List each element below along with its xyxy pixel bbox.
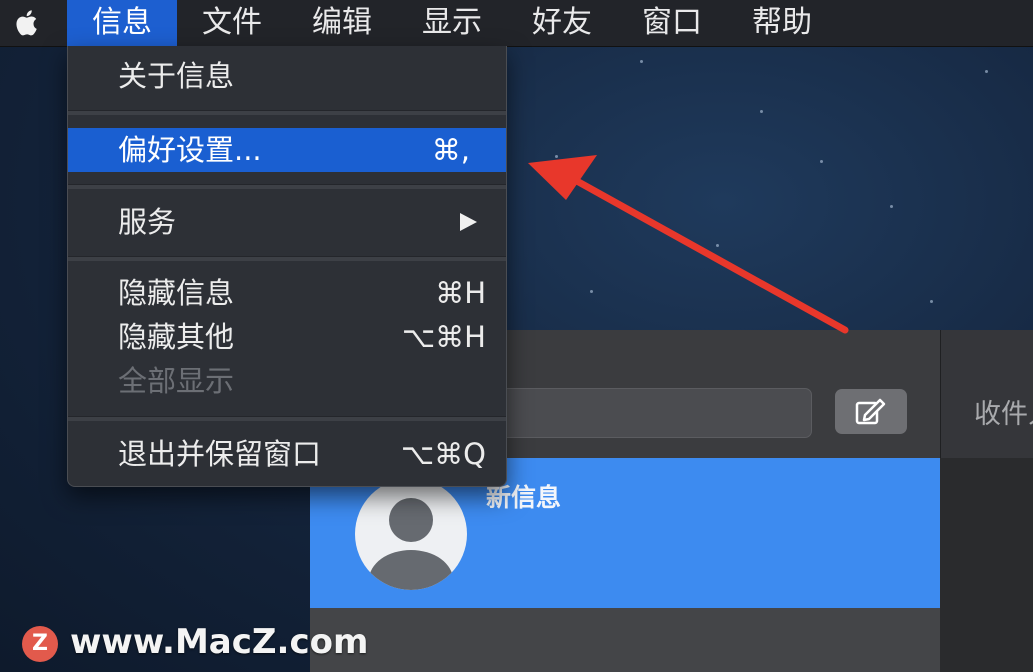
background-star	[640, 60, 643, 63]
background-star	[820, 160, 823, 163]
transcript-pane: 收件人	[940, 330, 1033, 672]
menubar-item-buddies[interactable]: 好友	[507, 0, 617, 46]
menubar-item-edit[interactable]: 编辑	[287, 0, 397, 46]
watermark-text: www.MacZ.com	[70, 622, 369, 662]
background-star	[590, 290, 593, 293]
menu-separator	[68, 184, 506, 189]
avatar	[355, 478, 467, 590]
conversation-list-empty	[310, 608, 940, 672]
menubar-item-file[interactable]: 文件	[177, 0, 287, 46]
menu-item-label: 关于信息	[118, 59, 235, 93]
menu-item-hide-others[interactable]: 隐藏其他 ⌥⌘H	[68, 315, 506, 359]
menu-item-label: 全部显示	[118, 364, 235, 398]
menu-item-shortcut: ⌥⌘Q	[400, 437, 486, 471]
menubar-item-window[interactable]: 窗口	[617, 0, 727, 46]
background-star	[760, 110, 763, 113]
menu-item-label: 退出并保留窗口	[118, 437, 322, 471]
triangle-right-icon	[460, 213, 477, 231]
menu-item-about[interactable]: 关于信息	[68, 54, 506, 98]
compose-icon	[855, 398, 886, 425]
background-star	[716, 244, 719, 247]
menu-bar: 信息 文件 编辑 显示 好友 窗口 帮助	[0, 0, 1033, 47]
menu-item-services[interactable]: 服务	[68, 200, 506, 244]
menu-separator	[68, 256, 506, 261]
background-star	[985, 70, 988, 73]
menu-item-shortcut: ⌥⌘H	[401, 320, 486, 354]
background-star	[930, 300, 933, 303]
menu-item-preferences[interactable]: 偏好设置... ⌘,	[68, 128, 506, 172]
to-label[interactable]: 收件人	[974, 392, 1033, 431]
menu-item-label: 隐藏信息	[118, 276, 235, 310]
menubar-item-view[interactable]: 显示	[397, 0, 507, 46]
watermark-logo-icon: Z	[22, 626, 58, 662]
menu-item-label: 隐藏其他	[118, 320, 235, 354]
person-silhouette-icon	[369, 498, 453, 590]
compose-button[interactable]	[835, 389, 907, 434]
menu-separator	[68, 110, 506, 115]
menu-item-show-all: 全部显示	[68, 359, 506, 403]
menubar-item-help[interactable]: 帮助	[727, 0, 837, 46]
apple-logo-icon[interactable]	[10, 6, 44, 40]
menu-item-hide[interactable]: 隐藏信息 ⌘H	[68, 271, 506, 315]
menu-separator	[68, 416, 506, 421]
menu-item-shortcut: ⌘H	[435, 276, 486, 310]
menu-item-quit-keep-windows[interactable]: 退出并保留窗口 ⌥⌘Q	[68, 432, 506, 476]
recipient-header: 收件人	[940, 330, 1033, 458]
menu-item-label: 服务	[118, 205, 177, 239]
search-input[interactable]	[500, 388, 812, 438]
menu-item-label: 偏好设置...	[118, 133, 262, 167]
messages-menu: 关于信息 偏好设置... ⌘, 服务 隐藏信息 ⌘H 隐藏其他 ⌥⌘H 全部显示…	[67, 46, 507, 487]
background-star	[890, 205, 893, 208]
menu-item-shortcut: ⌘,	[431, 133, 470, 167]
menubar-item-messages[interactable]: 信息	[67, 0, 177, 46]
background-star	[555, 155, 558, 158]
